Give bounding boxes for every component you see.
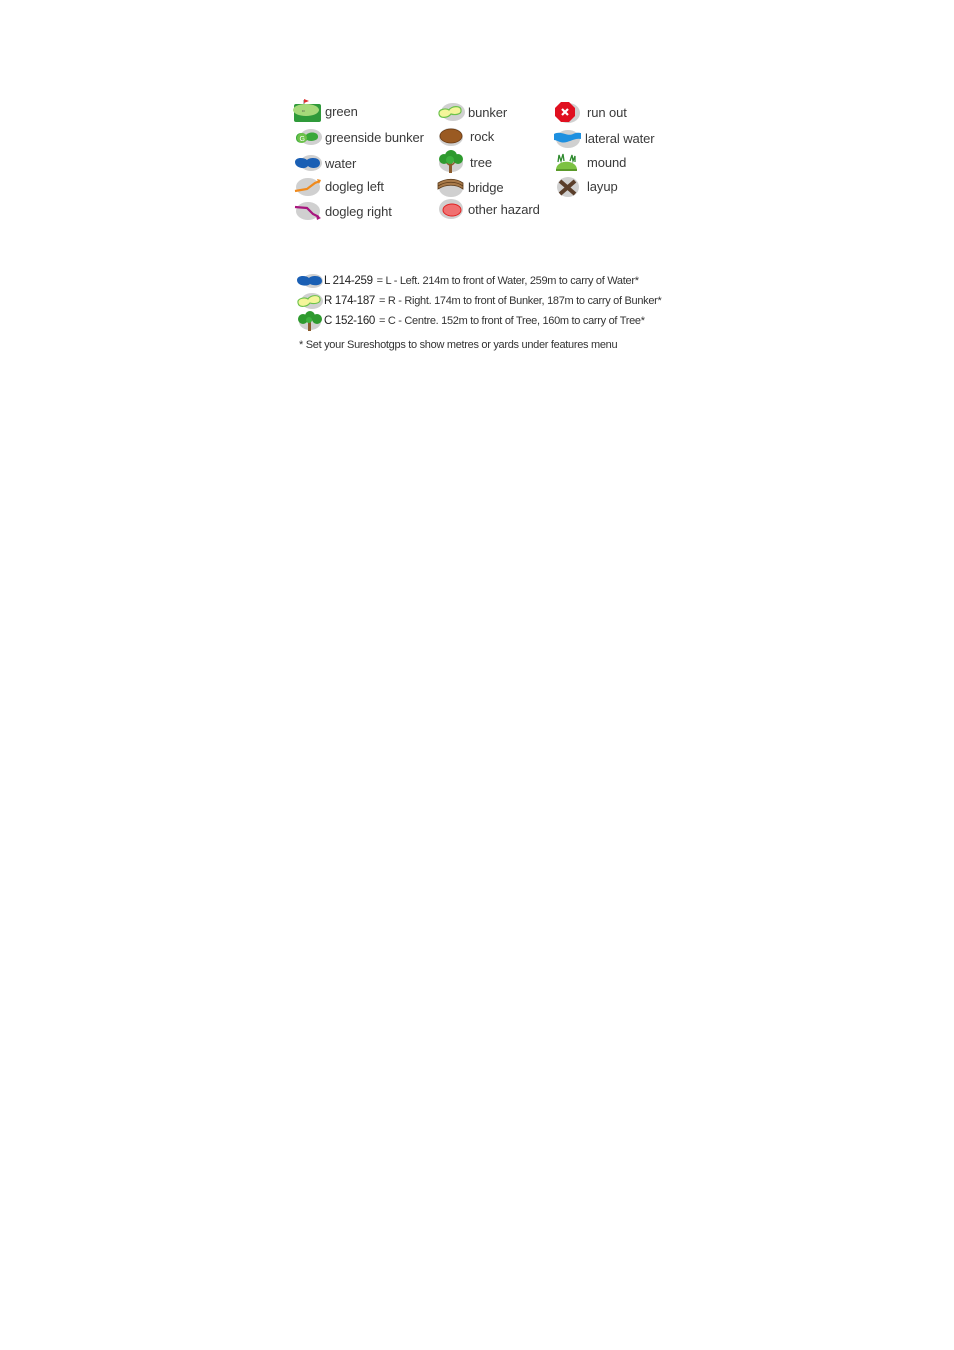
greenside-bunker-icon: G [296, 129, 322, 145]
legend-item-lateral-water: lateral water [553, 125, 655, 151]
legend-label: lateral water [585, 130, 655, 146]
legend-item-dogleg-right: dogleg right [293, 198, 392, 224]
legend-item-rock: rock [436, 123, 494, 149]
water-icon [297, 274, 323, 288]
legend-label: greenside bunker [325, 129, 424, 145]
example-code: R 174-187 [324, 295, 376, 307]
bunker-icon [297, 293, 323, 309]
tree-icon [439, 150, 463, 173]
other-hazard-icon [439, 199, 463, 219]
example-description: = C - Centre. 152m to front of Tree, 160… [379, 315, 645, 327]
example-description: = L - Left. 214m to front of Water, 259m… [376, 275, 639, 287]
legend-label: bridge [468, 179, 504, 195]
mound-icon [556, 153, 577, 171]
legend-label: water [325, 155, 357, 171]
legend-label: other hazard [468, 201, 540, 217]
legend-label: dogleg left [325, 178, 384, 194]
example-description: = R - Right. 174m to front of Bunker, 18… [379, 295, 662, 307]
example-code: C 152-160 [324, 315, 376, 327]
legend-item-mound: mound [553, 149, 626, 175]
tree-icon [298, 311, 322, 331]
lateral-water-icon [554, 130, 581, 148]
legend-item-green: •• green [293, 98, 358, 124]
legend-item-other-hazard: other hazard [436, 196, 540, 222]
legend-item-tree: tree [436, 149, 492, 175]
example-row-tree: C 152-160 = C - Centre. 152m to front of… [296, 311, 645, 331]
legend-item-layup: layup [553, 173, 618, 199]
legend-item-dogleg-left: dogleg left [293, 173, 384, 199]
legend-label: layup [587, 178, 618, 194]
layup-icon [557, 177, 579, 197]
dogleg-left-icon [294, 178, 321, 196]
dogleg-right-icon [294, 202, 321, 220]
example-code: L 214-259 [324, 275, 373, 287]
bunker-icon [438, 103, 465, 121]
legend-label: rock [470, 128, 495, 144]
run-out-icon [555, 102, 580, 123]
example-row-water: L 214-259 = L - Left. 214m to front of W… [296, 271, 639, 291]
legend-item-bunker: bunker [436, 99, 507, 125]
legend-label: mound [587, 154, 627, 170]
legend-label: dogleg right [325, 203, 392, 219]
legend-label: green [325, 103, 358, 119]
legend-label: tree [470, 154, 493, 170]
green-icon: •• [293, 99, 321, 122]
legend-label: bunker [468, 104, 508, 120]
example-row-bunker: R 174-187 = R - Right. 174m to front of … [296, 291, 662, 311]
legend-item-run-out: run out [553, 99, 627, 125]
rock-icon [439, 128, 463, 146]
legend-label: run out [587, 104, 627, 120]
svg-text:G: G [300, 136, 305, 143]
footnote: * Set your Sureshotgps to show metres or… [299, 339, 618, 351]
legend-item-greenside-bunker: G greenside bunker [293, 124, 424, 150]
